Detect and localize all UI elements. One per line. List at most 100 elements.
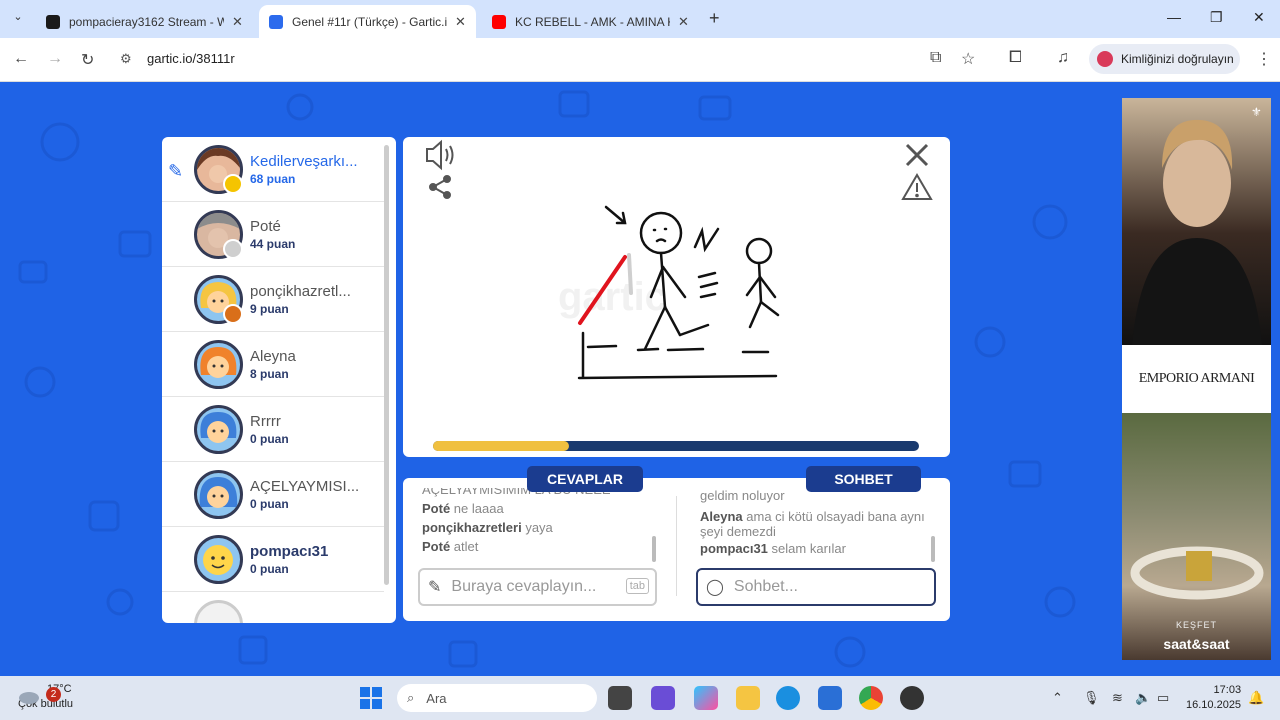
sound-icon[interactable] xyxy=(426,139,454,171)
player-row[interactable]: pompacı31 0 puan xyxy=(162,527,384,592)
profile-button[interactable]: Kimliğinizi doğrulayın xyxy=(1089,44,1240,74)
edge-icon[interactable] xyxy=(776,686,800,710)
avatar xyxy=(194,405,243,454)
player-name: Rrrrr xyxy=(250,413,281,430)
clock-date: 16.10.2025 xyxy=(1186,699,1242,711)
close-tab-icon[interactable]: ✕ xyxy=(232,14,243,30)
chat-bubble-icon: ◯ xyxy=(706,579,724,596)
site-info-icon[interactable]: ⚙ xyxy=(120,51,132,67)
player-list-scrollbar[interactable] xyxy=(384,145,389,585)
level-badge xyxy=(223,174,243,194)
reload-button[interactable]: ↻ xyxy=(81,50,94,70)
kick-favicon-icon xyxy=(46,14,60,29)
level-badge xyxy=(223,304,243,324)
search-placeholder: Ara xyxy=(426,690,447,706)
player-name: Poté xyxy=(250,218,281,235)
wifi-icon[interactable]: ≋ xyxy=(1112,690,1123,706)
message-text: atlet xyxy=(453,539,479,554)
windows-start-icon[interactable] xyxy=(360,687,382,709)
player-row[interactable]: Poté 44 puan xyxy=(162,202,384,267)
file-explorer-icon[interactable] xyxy=(736,686,760,710)
chat-scrollbar[interactable] xyxy=(931,536,935,562)
store-icon[interactable] xyxy=(818,686,842,710)
gartic-favicon-icon xyxy=(269,14,283,29)
forward-button[interactable]: → xyxy=(47,50,63,68)
message-text: ne laaaa xyxy=(453,501,504,516)
player-score: 68 puan xyxy=(250,172,296,186)
avatar xyxy=(194,340,243,389)
media-control-icon[interactable]: ♫ xyxy=(1057,49,1069,67)
panel-divider xyxy=(676,496,677,596)
clock-time: 17:03 xyxy=(1213,684,1242,696)
tab-youtube[interactable]: KC REBELL - AMK - AMINA KOY ✕ xyxy=(482,5,699,38)
weather-widget[interactable]: 2 17°C Çok bulutlu xyxy=(18,682,73,712)
tab-strip: ⌄ pompacieray3162 Stream - Wa ✕ Genel #1… xyxy=(0,0,1280,38)
player-row[interactable]: AÇELYAYMISI... 0 puan xyxy=(162,462,384,527)
player-list: ✎ Kedilerveşarkı... 68 puan Poté 44 puan… xyxy=(162,137,396,623)
tray-overflow-icon[interactable]: ⌃ xyxy=(1052,690,1063,706)
extensions-icon[interactable]: ⧠ xyxy=(1009,49,1022,67)
tab-title: KC REBELL - AMK - AMINA KOY xyxy=(515,14,670,29)
advertisement[interactable]: ⚜ EMPORIO ARMANI KEŞFET saat&saat xyxy=(1122,98,1271,660)
notifications-bell-icon[interactable]: 🔔 xyxy=(1248,690,1264,706)
ad-brand-banner: EMPORIO ARMANI xyxy=(1122,345,1271,413)
avatar xyxy=(194,600,243,623)
notification-badge: 2 xyxy=(46,687,61,702)
minimize-button[interactable]: — xyxy=(1167,9,1181,25)
address-bar[interactable]: gartic.io/38111r xyxy=(147,51,235,66)
player-row[interactable]: ponçikhazretl... 9 puan xyxy=(162,267,384,332)
browser-menu-icon[interactable]: ⋮ xyxy=(1256,49,1272,69)
player-row[interactable]: Rrrrr 0 puan xyxy=(162,397,384,462)
cloud-icon xyxy=(19,692,39,704)
battery-icon[interactable]: ▭ xyxy=(1157,690,1169,706)
drawing-canvas[interactable]: gartic xyxy=(403,137,950,437)
teams-icon[interactable] xyxy=(651,686,675,710)
tab-title: Genel #11r (Türkçe) - Gartic.io xyxy=(292,14,447,29)
copilot-icon[interactable] xyxy=(694,686,718,710)
install-app-icon[interactable]: ⧉ xyxy=(930,49,941,67)
chrome-icon[interactable] xyxy=(859,686,883,710)
close-tab-icon[interactable]: ✕ xyxy=(455,14,466,30)
task-view-icon[interactable] xyxy=(608,686,632,710)
message-text: selam karılar xyxy=(771,541,846,556)
taskbar-search[interactable]: ⌕ Ara xyxy=(397,684,597,712)
level-badge xyxy=(223,239,243,259)
answer-message: Poté ne laaaa xyxy=(422,499,667,518)
chat-list: geldim noluyor Aleyna ama ci kötü olsaya… xyxy=(700,488,945,568)
back-button[interactable]: ← xyxy=(13,50,29,68)
ad-brand-name: saat&saat xyxy=(1163,636,1230,652)
player-row[interactable]: ✎ Kedilerveşarkı... 68 puan xyxy=(162,137,384,202)
search-icon: ⌕ xyxy=(407,690,415,705)
avatar xyxy=(194,470,243,519)
bookmark-star-icon[interactable]: ☆ xyxy=(961,49,975,69)
gartic-page: ✎ Kedilerveşarkı... 68 puan Poté 44 puan… xyxy=(0,82,1280,676)
tab-kick-stream[interactable]: pompacieray3162 Stream - Wa ✕ xyxy=(36,5,253,38)
player-name: ponçikhazretl... xyxy=(250,283,351,300)
restore-button[interactable]: ❐ xyxy=(1210,9,1223,26)
ad-cta: KEŞFET xyxy=(1175,620,1217,630)
microphone-icon[interactable]: 🎙 xyxy=(1083,690,1100,706)
tab-search-button[interactable]: ⌄ xyxy=(8,10,28,28)
close-icon[interactable] xyxy=(905,143,929,167)
player-row[interactable]: Aleyna 8 puan xyxy=(162,332,384,397)
chat-input[interactable]: ◯ Sohbet... xyxy=(696,568,936,606)
player-name: pompacı31 xyxy=(250,543,329,560)
report-warning-icon[interactable] xyxy=(901,173,933,200)
player-name: Kedilerveşarkı... xyxy=(250,153,358,170)
close-window-button[interactable]: ✕ xyxy=(1253,9,1265,26)
tab-gartic[interactable]: Genel #11r (Türkçe) - Gartic.io ✕ xyxy=(259,5,476,38)
volume-icon[interactable]: 🔈 xyxy=(1135,690,1151,706)
browser-toolbar: ← → ↻ ⚙ gartic.io/38111r ⧉ ☆ ⧠ ♫ Kimliği… xyxy=(0,38,1280,82)
answers-scrollbar[interactable] xyxy=(652,536,656,562)
player-row[interactable] xyxy=(162,592,384,623)
message-text: yaya xyxy=(525,520,553,535)
close-tab-icon[interactable]: ✕ xyxy=(678,14,689,30)
answer-message: Poté atlet xyxy=(422,537,667,556)
answer-input[interactable]: ✎ Buraya cevaplayın... tab xyxy=(418,568,657,606)
youtube-favicon-icon xyxy=(492,14,506,29)
app-icon[interactable] xyxy=(900,686,924,710)
taskbar-clock[interactable]: 17:03 16.10.2025 xyxy=(1186,683,1241,713)
share-icon[interactable] xyxy=(429,175,451,199)
new-tab-button[interactable]: + xyxy=(709,8,720,29)
profile-label: Kimliğinizi doğrulayın xyxy=(1121,52,1234,66)
